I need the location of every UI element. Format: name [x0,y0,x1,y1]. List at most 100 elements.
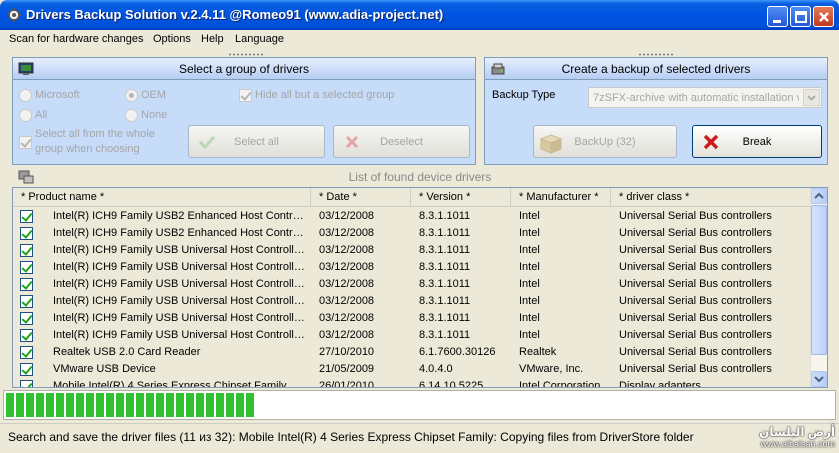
row-driver-class: Universal Serial Bus controllers [619,363,772,375]
app-gear-icon [7,8,21,22]
splitter-grip[interactable] [638,53,674,56]
row-checkbox[interactable] [20,227,33,240]
row-driver-class: Universal Serial Bus controllers [619,329,772,341]
radio-all[interactable] [19,109,32,122]
title-bar[interactable]: Drivers Backup Solution v.2.4.11 @Romeo9… [0,0,839,30]
vertical-scrollbar[interactable] [810,188,827,387]
column-header-row: * Product name * * Date * * Version * * … [13,188,811,207]
hide-others-checkbox[interactable] [239,89,252,102]
table-row[interactable]: Mobile Intel(R) 4 Series Express Chipset… [13,378,811,388]
select-whole-group-label-2: group when choosing [35,143,140,155]
column-manufacturer[interactable]: * Manufacturer * [511,188,611,207]
watermark-arabic: أرض البلسان [759,425,835,439]
table-row[interactable]: Intel(R) ICH9 Family USB Universal Host … [13,276,811,293]
row-product-name: VMware USB Device [53,363,156,375]
row-driver-class: Universal Serial Bus controllers [619,295,772,307]
menu-language[interactable]: Language [235,33,284,45]
row-product-name: Intel(R) ICH9 Family USB2 Enhanced Host … [53,210,309,222]
row-manufacturer: Intel [519,329,540,341]
table-row[interactable]: Intel(R) ICH9 Family USB Universal Host … [13,310,811,327]
row-manufacturer: VMware, Inc. [519,363,584,375]
row-date: 03/12/2008 [319,278,375,290]
splitter-grip[interactable] [228,53,264,56]
radio-microsoft[interactable] [19,89,32,102]
row-version: 6.1.7600.30126 [419,346,496,358]
column-version[interactable]: * Version * [411,188,511,207]
row-driver-class: Display adapters [619,380,701,388]
table-row[interactable]: Realtek USB 2.0 Card Reader 27/10/2010 6.1… [13,344,811,361]
row-date: 21/05/2009 [319,363,375,375]
select-whole-group-label-1: Select all from the whole [35,128,155,140]
watermark-logo: أرض البلسان www.albalsan.com [705,425,835,453]
row-date: 03/12/2008 [319,244,375,256]
minimize-icon [773,20,781,23]
table-row[interactable]: VMware USB Device 21/05/2009 4.0.4.0 VMware… [13,361,811,378]
menu-bar: Scan for hardware changes Options Help L… [0,30,839,50]
arrow-down-icon [814,376,824,383]
select-whole-group-checkbox[interactable] [19,136,32,149]
row-date: 03/12/2008 [319,227,375,239]
backup-button[interactable]: BackUp (32) [533,125,677,158]
radio-oem[interactable] [125,89,138,102]
row-checkbox[interactable] [20,329,33,342]
radio-none-label: None [141,109,168,121]
table-row[interactable]: Intel(R) ICH9 Family USB Universal Host … [13,242,811,259]
row-manufacturer: Intel [519,312,540,324]
row-version: 8.3.1.1011 [419,312,471,324]
chevron-down-icon [803,89,820,106]
driver-group-header: Select a group of drivers [13,58,475,80]
row-manufacturer: Intel Corporation [519,380,601,388]
scroll-down-button[interactable] [811,371,827,387]
row-product-name: Intel(R) ICH9 Family USB Universal Host … [53,278,309,290]
column-date[interactable]: * Date * [311,188,411,207]
row-driver-class: Universal Serial Bus controllers [619,346,772,358]
row-checkbox[interactable] [20,261,33,274]
row-checkbox[interactable] [20,210,33,223]
row-version: 8.3.1.1011 [419,278,471,290]
scroll-thumb[interactable] [811,205,827,355]
progress-bar [3,390,836,420]
row-product-name: Intel(R) ICH9 Family USB Universal Host … [53,295,309,307]
row-checkbox[interactable] [20,346,33,359]
deselect-button[interactable]: Deselect [333,125,470,158]
row-checkbox[interactable] [20,244,33,257]
menu-help[interactable]: Help [201,33,224,45]
row-checkbox[interactable] [20,295,33,308]
scroll-up-button[interactable] [811,188,827,204]
row-version: 8.3.1.1011 [419,244,471,256]
table-row[interactable]: Intel(R) ICH9 Family USB Universal Host … [13,259,811,276]
table-row[interactable]: Intel(R) ICH9 Family USB Universal Host … [13,293,811,310]
table-row[interactable]: Intel(R) ICH9 Family USB Universal Host … [13,327,811,344]
row-manufacturer: Intel [519,227,540,239]
radio-oem-label: OEM [141,89,167,101]
row-manufacturer: Intel [519,278,540,290]
column-driver-class[interactable]: * driver class * [611,188,811,207]
backup-type-select[interactable]: 7zSFX-archive with automatic installatio… [588,87,822,108]
backup-type-value: 7zSFX-archive with automatic installatio… [593,92,799,104]
row-checkbox[interactable] [20,278,33,291]
minimize-button[interactable] [767,6,788,27]
radio-microsoft-label: Microsoft [35,89,80,101]
column-product-name[interactable]: * Product name * [13,188,311,207]
maximize-button[interactable] [790,6,811,27]
device-list[interactable]: * Product name * * Date * * Version * * … [12,187,828,388]
table-row[interactable]: Intel(R) ICH9 Family USB2 Enhanced Host … [13,208,811,225]
menu-scan[interactable]: Scan for hardware changes [9,33,144,45]
row-version: 8.3.1.1011 [419,210,471,222]
row-version: 8.3.1.1011 [419,295,471,307]
row-checkbox[interactable] [20,312,33,325]
backup-panel: Create a backup of selected drivers Back… [484,57,828,165]
close-button[interactable] [813,6,834,27]
row-checkbox[interactable] [20,380,33,387]
arrow-up-icon [814,192,824,199]
row-manufacturer: Realtek [519,346,557,358]
row-checkbox[interactable] [20,363,33,376]
menu-options[interactable]: Options [153,33,191,45]
select-all-button[interactable]: Select all [188,125,325,158]
row-date: 03/12/2008 [319,261,375,273]
radio-none[interactable] [125,109,138,122]
break-button[interactable]: Break [692,125,822,158]
table-row[interactable]: Intel(R) ICH9 Family USB2 Enhanced Host … [13,225,811,242]
row-manufacturer: Intel [519,210,540,222]
driver-group-panel: Select a group of drivers Microsoft OEM … [12,57,476,165]
